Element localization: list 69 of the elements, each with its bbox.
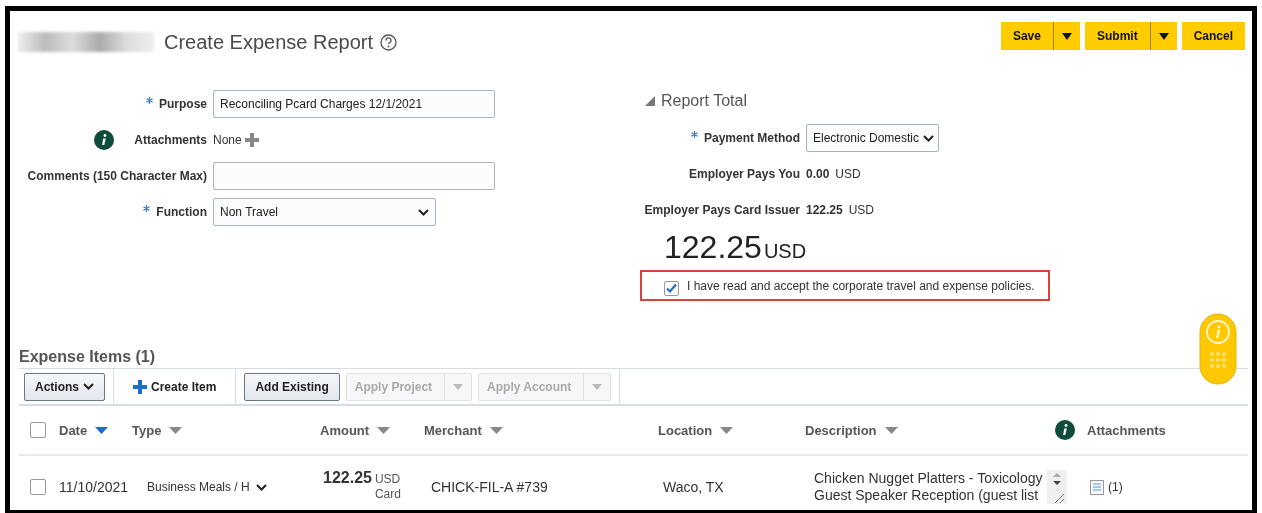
table-cell: CHICK-FIL-A #739 <box>431 479 548 495</box>
chevron-icon <box>418 208 429 216</box>
action-button[interactable]: Cancel <box>1181 22 1245 50</box>
info-icon[interactable] <box>94 130 115 150</box>
table-cell: Waco, TX <box>663 479 724 495</box>
plus-icon <box>133 379 147 394</box>
info-icon[interactable] <box>1055 420 1075 440</box>
sort-arrow-icon[interactable] <box>169 426 183 434</box>
payment-label: Card <box>374 487 401 501</box>
document-icon[interactable] <box>1090 479 1104 495</box>
checkbox-label: I have read and accept the corporate travel and expense policies. <box>687 278 1035 293</box>
column-header[interactable]: Description <box>805 422 877 438</box>
column-header[interactable]: Merchant <box>424 422 482 438</box>
sort-arrow-icon[interactable] <box>95 426 109 434</box>
column-header[interactable]: Location <box>658 422 713 438</box>
actions-menu-button[interactable]: Actions <box>24 372 105 401</box>
sort-arrow-icon[interactable] <box>489 426 503 434</box>
column-header: Attachments <box>1087 422 1166 438</box>
column-header[interactable]: Type <box>132 422 162 438</box>
checkbox[interactable] <box>664 281 679 296</box>
amount-value: 0.00 <box>806 167 830 181</box>
field-label: Purpose <box>159 97 207 111</box>
currency-label: USD <box>835 167 861 181</box>
field-label: Attachments <box>134 133 207 147</box>
help-icon[interactable] <box>380 33 397 51</box>
add-existing-button[interactable]: Add Existing <box>244 372 340 401</box>
field-label: Payment Method <box>704 131 800 145</box>
page-title: Create Expense Report <box>164 30 373 54</box>
caret-icon <box>453 383 464 390</box>
field-label: Comments (150 Character Max) <box>27 169 207 183</box>
total-amount: 122.25 <box>664 229 762 266</box>
amount-value: 122.25 <box>323 469 372 487</box>
column-header[interactable]: Date <box>59 422 88 438</box>
table-cell: 11/10/2021 <box>59 479 129 495</box>
chevron-icon <box>923 134 934 142</box>
description-field[interactable]: Chicken Nugget Platters - Toxicology Guest Speaker Reception (guest list <box>805 470 1067 504</box>
help-widget-icon[interactable] <box>1199 313 1239 387</box>
row-checkbox[interactable] <box>30 479 46 495</box>
create-item-button[interactable]: Create Item <box>122 372 228 401</box>
dropdown-field[interactable]: Non Travel <box>213 198 436 226</box>
amount-value: 122.25 <box>806 203 843 217</box>
field-value: None <box>213 133 242 147</box>
attachment-count[interactable]: (1) <box>1108 480 1123 494</box>
sort-arrow-icon[interactable] <box>377 426 391 434</box>
dropdown-field[interactable]: Electronic Domestic <box>806 124 939 152</box>
caret-icon <box>1061 32 1072 40</box>
add-icon[interactable] <box>244 133 259 147</box>
select-all-checkbox[interactable] <box>30 422 46 438</box>
sort-arrow-icon[interactable] <box>884 426 898 434</box>
chevron-icon <box>255 483 267 491</box>
section-title[interactable]: Report Total <box>661 92 747 110</box>
text-field[interactable]: Reconciling Pcard Charges 12/1/2021 <box>213 90 495 118</box>
split-button[interactable]: Save <box>1000 22 1080 50</box>
currency-label: USD <box>763 240 807 263</box>
currency-label: USD <box>374 472 401 486</box>
caret-icon <box>592 383 603 390</box>
field-label: Function <box>156 205 207 219</box>
text-field[interactable] <box>213 162 495 190</box>
caret-icon <box>1158 32 1169 40</box>
field-label: Employer Pays You <box>689 167 800 181</box>
chevron-icon <box>83 383 94 390</box>
sort-arrow-icon[interactable] <box>720 426 734 434</box>
collapse-triangle-icon[interactable] <box>645 96 655 106</box>
split-button[interactable]: Submit <box>1084 22 1177 50</box>
type-dropdown[interactable]: Business Meals / H <box>147 480 267 494</box>
section-title: Expense Items (1) <box>19 348 157 367</box>
currency-label: USD <box>848 203 875 217</box>
field-label: Employer Pays Card Issuer <box>644 203 800 217</box>
column-header[interactable]: Amount <box>320 422 370 438</box>
